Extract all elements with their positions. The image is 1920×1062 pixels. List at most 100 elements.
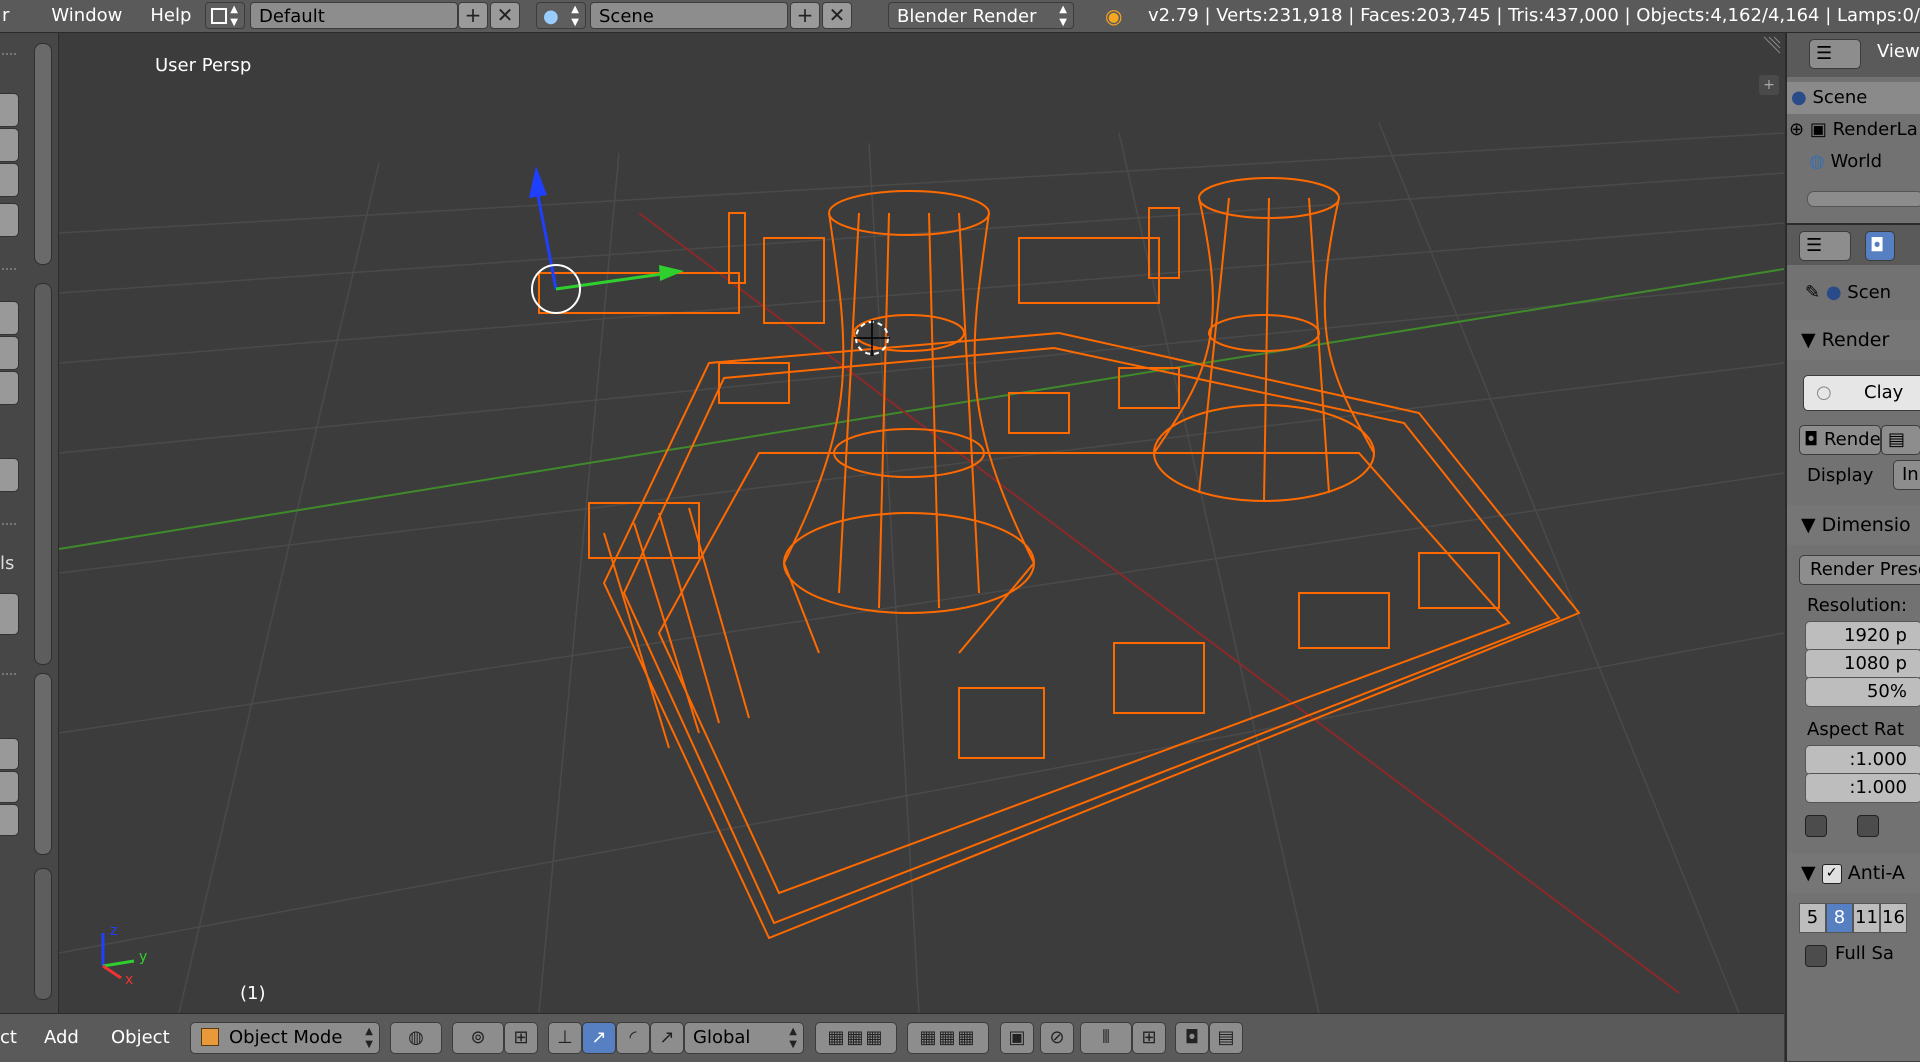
pin-icon[interactable]: ✎ (1787, 282, 1820, 303)
scrollbar-track[interactable] (34, 868, 52, 1000)
aspect-y-field[interactable]: :1.000 (1805, 773, 1920, 803)
display-dropdown[interactable]: In (1893, 460, 1920, 490)
rotate-icon: ◜ (629, 1027, 637, 1048)
scene-name-field[interactable]: Scene (590, 2, 788, 29)
menu-add[interactable]: Add (44, 1014, 79, 1062)
properties-toggle-button[interactable]: + (1759, 75, 1779, 95)
tool-tab[interactable] (0, 93, 19, 127)
proportional-edit-button[interactable]: ⊘ (1040, 1022, 1074, 1054)
layer-buttons-2[interactable]: ▦▦▦ (907, 1022, 989, 1054)
delete-layout-button[interactable]: ✕ (490, 2, 520, 29)
dimensions-panel-header[interactable]: ▼ Dimensio (1787, 505, 1920, 545)
sphere-icon: ◍ (408, 1027, 424, 1048)
render-button[interactable]: ◘ Rende (1799, 425, 1881, 455)
outliner-row-scene[interactable]: ● Scene (1787, 82, 1920, 114)
full-sample-label: Full Sa (1835, 943, 1894, 964)
delete-scene-button[interactable]: ✕ (822, 2, 852, 29)
nav-y-axis (102, 959, 135, 968)
updown-icon: ▲ ▼ (571, 4, 579, 28)
aa-enable-checkbox[interactable]: ✓ (1821, 863, 1842, 884)
menu-window[interactable]: Window (37, 0, 136, 32)
editor-type-dropdown[interactable]: ☰ (1799, 231, 1851, 261)
render-image-button[interactable]: ◘ (1175, 1022, 1209, 1054)
context-label: Scen (1847, 282, 1892, 303)
tool-tab[interactable] (0, 458, 19, 492)
render-presets-dropdown[interactable]: Render Prese (1799, 555, 1920, 585)
nav-x-axis (102, 964, 122, 980)
aa-sample-5[interactable]: 5 (1799, 903, 1826, 933)
tool-tab[interactable] (0, 771, 19, 803)
add-scene-button[interactable]: + (790, 2, 820, 29)
mode-dropdown[interactable]: Object Mode ▲ ▼ (190, 1022, 380, 1054)
lock-camera-button[interactable]: ▣ (1000, 1022, 1034, 1054)
resolution-percentage-field[interactable]: 50% (1805, 677, 1920, 707)
aa-sample-8[interactable]: 8 (1826, 903, 1853, 933)
render-engine-dropdown[interactable]: Blender Render ▲ ▼ (888, 2, 1074, 29)
tool-tab[interactable] (0, 593, 19, 635)
scrollbar[interactable] (34, 673, 52, 855)
aspect-ratio-label: Aspect Rat (1807, 719, 1905, 740)
renderlayers-icon: ▣ (1809, 119, 1827, 140)
snap-element-dropdown[interactable]: ⫴ (1080, 1022, 1132, 1054)
grip-dots (2, 53, 16, 61)
area-split-corner[interactable] (1763, 36, 1781, 54)
resolution-y-field[interactable]: 1080 p (1805, 649, 1920, 679)
tool-tab[interactable] (0, 203, 19, 237)
menu-partial[interactable]: r (0, 0, 37, 32)
outliner-row-world[interactable]: ◍ World (1787, 146, 1920, 178)
resolution-x-field[interactable]: 1920 p (1805, 621, 1920, 651)
menu-view[interactable]: View (1877, 41, 1920, 62)
panel-label-partial: ls (0, 553, 15, 574)
snap-target-button[interactable]: ⊞ (1132, 1022, 1166, 1054)
animation-button[interactable]: ▤ (1881, 425, 1920, 455)
transform-orientation-dropdown[interactable]: Global ▲ ▼ (684, 1022, 804, 1054)
menu-help[interactable]: Help (136, 0, 205, 32)
tool-tab[interactable] (0, 371, 19, 405)
pivot-point-dropdown[interactable]: ⊚ (452, 1022, 504, 1054)
outliner-scrollbar[interactable] (1807, 191, 1920, 207)
move-gizmo-button[interactable]: ↗ (582, 1022, 616, 1054)
tool-tab[interactable] (0, 128, 19, 162)
render-tab[interactable]: ◘ (1865, 231, 1895, 261)
editor-type-dropdown[interactable]: ☰ (1809, 39, 1861, 69)
tool-tab[interactable] (0, 804, 19, 836)
scrollbar-track[interactable] (34, 283, 52, 665)
clapper-icon: ▤ (1217, 1027, 1235, 1048)
render-panel-header[interactable]: ▼ Render (1787, 320, 1920, 360)
render-animation-button[interactable]: ▤ (1209, 1022, 1243, 1054)
viewport-shading-dropdown[interactable]: ◍ (390, 1022, 442, 1054)
tool-tab[interactable] (0, 738, 19, 770)
aspect-x-field[interactable]: :1.000 (1805, 745, 1920, 775)
add-layout-button[interactable]: + (458, 2, 488, 29)
scene-selector[interactable]: ● ▲ ▼ (536, 2, 586, 29)
outliner-row-renderlayers[interactable]: ⊕ ▣ RenderLa (1787, 114, 1920, 146)
view-label: User Persp (155, 55, 252, 76)
tool-tab[interactable] (0, 336, 19, 370)
aa-sample-11[interactable]: 11 (1853, 903, 1880, 933)
scrollbar[interactable] (34, 43, 52, 265)
scale-icon: ↗ (659, 1027, 675, 1048)
translate-gizmo-button[interactable]: ⊥ (548, 1022, 582, 1054)
tool-tab[interactable] (0, 163, 19, 197)
3d-viewport[interactable]: z y x User Persp (1) + (59, 33, 1784, 1013)
full-sample-checkbox[interactable] (1805, 945, 1827, 967)
rotate-gizmo-button[interactable]: ◜ (616, 1022, 650, 1054)
anti-aliasing-panel-header[interactable]: ▼ ✓ Anti-A (1787, 853, 1920, 893)
layout-type-selector[interactable]: ▲ ▼ (205, 2, 245, 29)
manipulator-toggle[interactable]: ⊞ (504, 1022, 538, 1054)
properties-icon: ☰ (1806, 235, 1823, 256)
crop-checkbox[interactable] (1857, 815, 1879, 837)
menu-object[interactable]: Object (111, 1014, 170, 1062)
render-preset-selector[interactable]: ○ Clay (1803, 375, 1920, 411)
layout-name-field[interactable]: Default (250, 2, 458, 29)
display-label: Display (1807, 465, 1874, 486)
tool-tab[interactable] (0, 301, 19, 335)
aa-sample-16[interactable]: 16 (1880, 903, 1907, 933)
layer-buttons-1[interactable]: ▦▦▦ (815, 1022, 897, 1054)
collapse-icon: ▼ (1801, 329, 1816, 351)
scale-gizmo-button[interactable]: ↗ (650, 1022, 684, 1054)
menu-select-partial[interactable]: ct (0, 1014, 17, 1062)
border-checkbox[interactable] (1805, 815, 1827, 837)
scene-canvas: z y x (59, 36, 1784, 1013)
plus-icon: + (796, 3, 814, 27)
